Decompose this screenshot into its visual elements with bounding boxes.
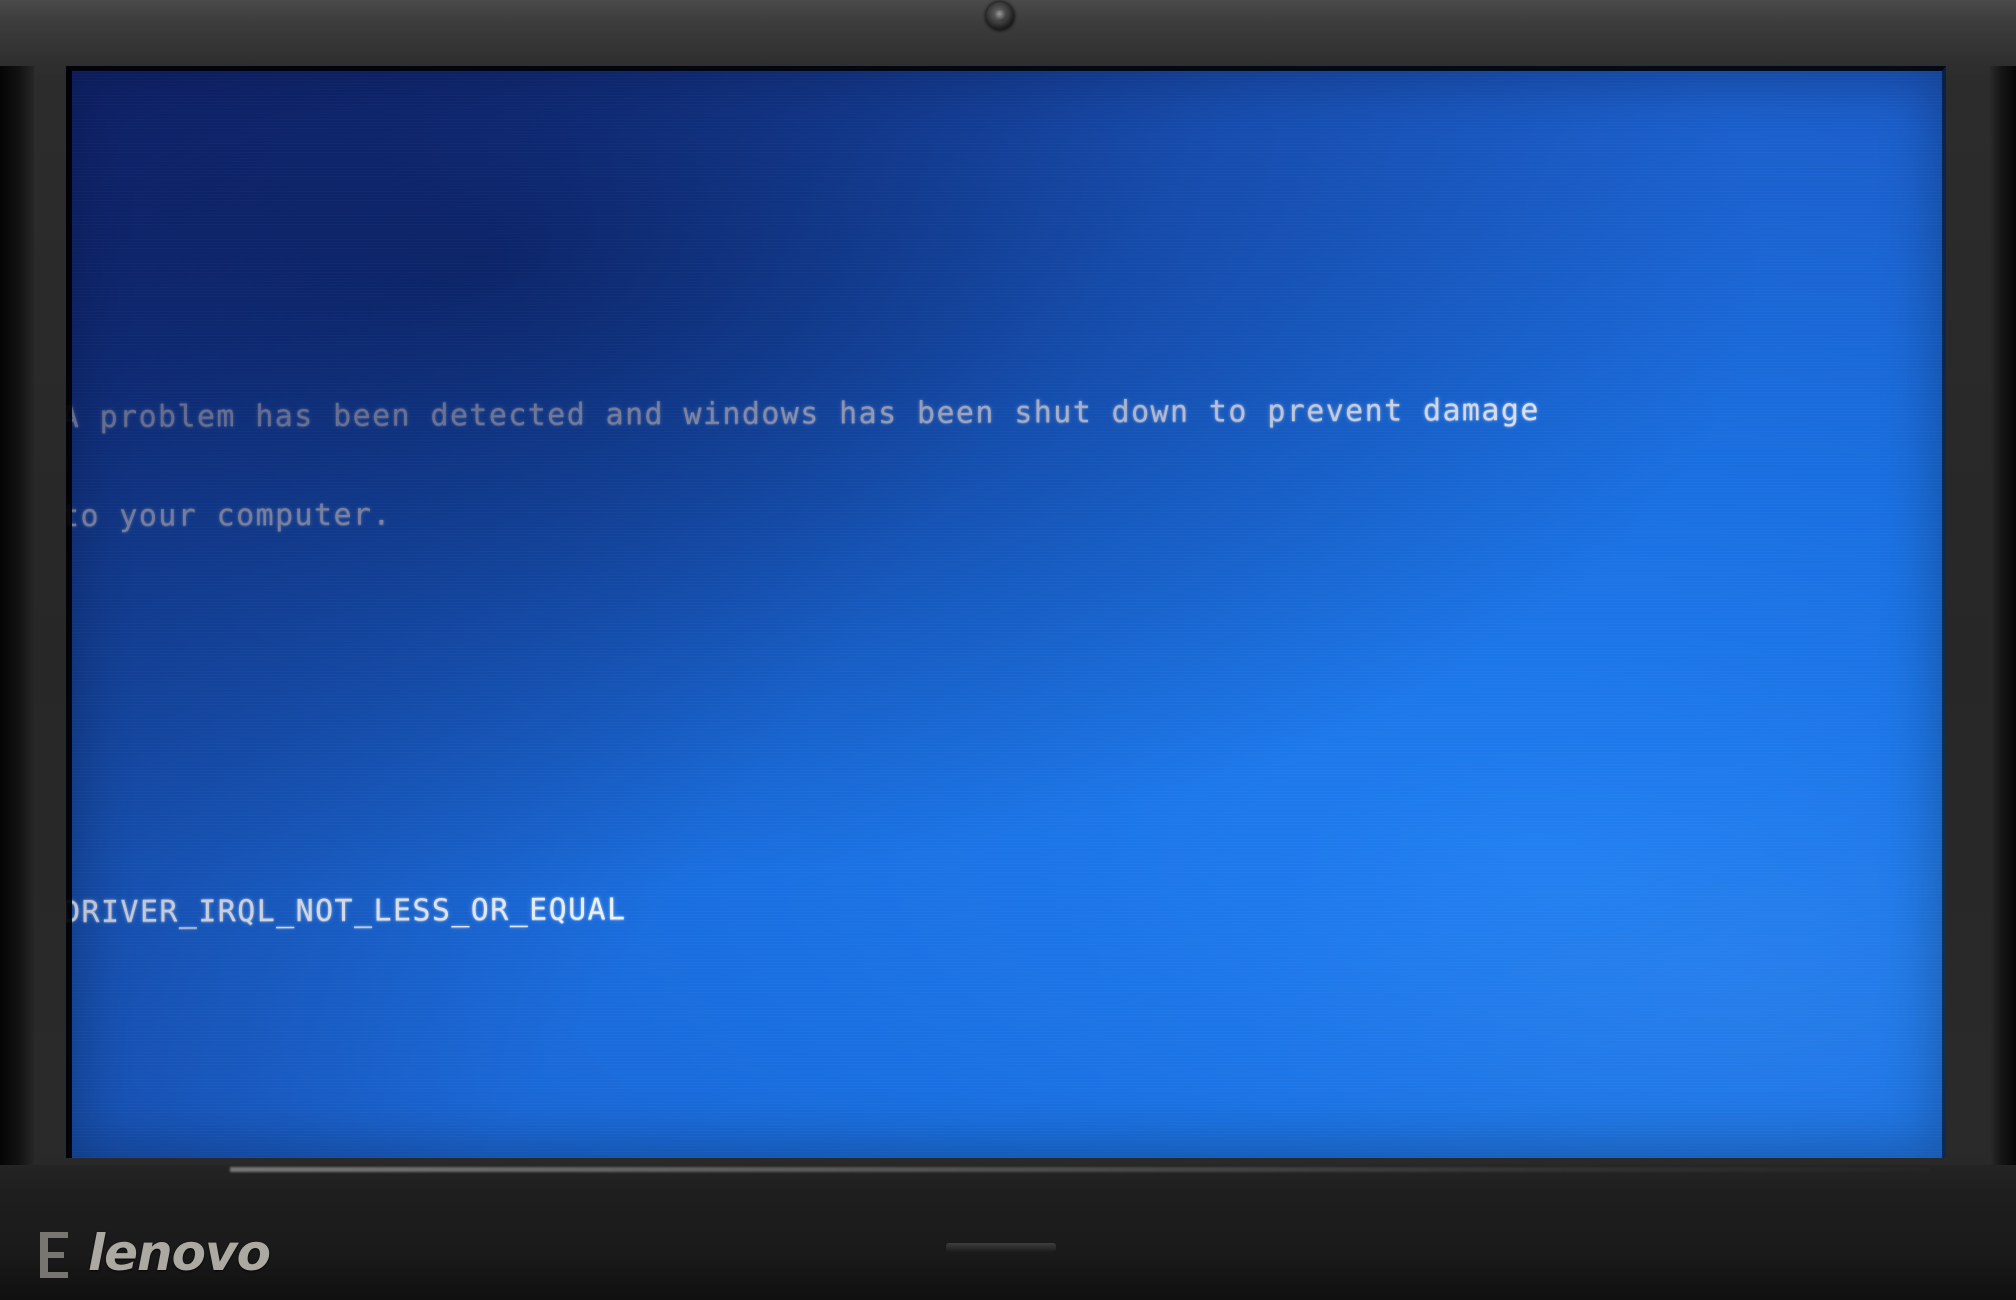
blue-screen-of-death: A problem has been detected and windows … <box>66 66 1946 1158</box>
thinkpad-logo-icon <box>40 1232 68 1278</box>
lenovo-logo: lenovo <box>88 1224 271 1282</box>
bsod-intro-line-1: A problem has been detected and windows … <box>66 392 1540 436</box>
lid-left-edge <box>0 0 34 1300</box>
bsod-stop-name-paragraph: DRIVER_IRQL_NOT_LESS_OR_EQUAL <box>66 821 1946 995</box>
laptop-screen: A problem has been detected and windows … <box>66 66 1946 1158</box>
bsod-intro-paragraph: A problem has been detected and windows … <box>66 326 1946 599</box>
laptop-photo: A problem has been detected and windows … <box>0 0 2016 1300</box>
lid-right-edge <box>1990 0 2016 1300</box>
bsod-intro-line-2: to your computer. <box>66 497 392 535</box>
webcam-lens <box>995 10 1006 21</box>
top-bezel <box>0 0 2016 66</box>
bezel-highlight <box>230 1167 1930 1172</box>
bsod-stop-name: DRIVER_IRQL_NOT_LESS_OR_EQUAL <box>66 892 627 931</box>
bezel-sensor-strip <box>946 1243 1056 1252</box>
bottom-bezel: lenovo <box>0 1165 2016 1300</box>
